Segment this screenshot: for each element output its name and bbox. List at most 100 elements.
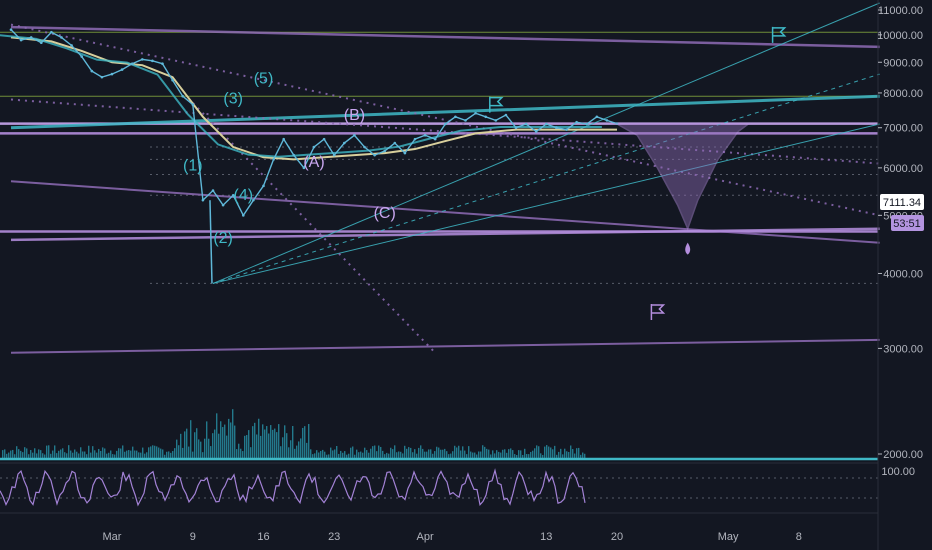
chart-background — [0, 0, 932, 550]
volume-bar — [482, 445, 484, 458]
volume-bar — [572, 449, 574, 458]
volume-bar — [98, 448, 100, 458]
volume-bar — [220, 421, 222, 458]
price-point — [555, 126, 558, 130]
volume-bar — [434, 451, 436, 458]
price-point — [383, 149, 387, 153]
volume-bar — [202, 452, 204, 458]
volume-bar — [260, 435, 262, 458]
volume-bar — [538, 446, 540, 458]
volume-bar — [16, 446, 18, 458]
wave-label: (B) — [344, 107, 365, 124]
volume-bar — [582, 452, 584, 458]
volume-bar — [578, 447, 580, 458]
price-point — [433, 137, 437, 141]
volume-bar — [330, 447, 332, 458]
volume-bar — [354, 454, 356, 458]
price-point — [60, 36, 63, 39]
price-tick-label: 2000.00 — [883, 449, 923, 461]
volume-bar — [518, 450, 520, 458]
volume-bar — [564, 448, 566, 458]
volume-bar — [146, 452, 148, 458]
price-tick-label: 3000.00 — [883, 343, 923, 355]
volume-bar — [218, 433, 220, 458]
volume-bar — [268, 433, 270, 458]
volume-bar — [244, 435, 246, 458]
volume-bar — [116, 450, 118, 458]
price-point — [343, 141, 346, 145]
volume-bar — [308, 424, 310, 458]
volume-bar — [222, 427, 224, 458]
volume-bar — [378, 445, 380, 458]
volume-bar — [458, 445, 460, 458]
volume-bar — [350, 447, 352, 458]
volume-bar — [226, 435, 228, 458]
volume-bar — [304, 426, 306, 458]
volume-bar — [532, 450, 534, 458]
volume-bar — [314, 453, 316, 458]
volume-bar — [262, 424, 264, 458]
price-point — [130, 62, 134, 66]
volume-bar — [194, 432, 196, 458]
volume-bar — [530, 451, 532, 458]
wave-label: (2) — [213, 230, 233, 247]
volume-bar — [392, 449, 394, 458]
volume-bar — [72, 452, 74, 458]
volume-bar — [366, 450, 368, 458]
volume-bar — [190, 420, 192, 458]
volume-bar — [430, 449, 432, 458]
volume-bar — [30, 450, 32, 458]
volume-bar — [446, 451, 448, 458]
price-point — [29, 36, 33, 39]
volume-bar — [376, 451, 378, 458]
volume-bar — [250, 447, 252, 458]
volume-bar — [286, 433, 288, 458]
wave-label: (5) — [254, 70, 274, 87]
volume-bar — [294, 448, 296, 458]
volume-bar — [536, 445, 538, 458]
volume-bar — [320, 450, 322, 458]
volume-bar — [224, 424, 226, 458]
volume-bar — [356, 449, 358, 458]
price-point — [484, 115, 488, 119]
volume-bar — [296, 445, 298, 458]
volume-bar — [512, 450, 514, 458]
volume-bar — [254, 422, 256, 458]
volume-bar — [528, 454, 530, 458]
volume-bar — [440, 449, 442, 458]
volume-bar — [474, 452, 476, 458]
volume-bar — [206, 421, 208, 458]
volume-bar — [360, 451, 362, 458]
volume-bar — [556, 454, 558, 458]
volume-bar — [100, 450, 102, 458]
price-point — [171, 78, 174, 82]
chart-canvas[interactable]: (5) (3) (1) (4) (2) (B) (A) (C) 11000.00 10000.0… — [0, 0, 932, 550]
volume-bar — [414, 449, 416, 458]
volume-bar — [114, 454, 116, 458]
volume-bar — [82, 451, 84, 458]
price-point — [545, 122, 548, 126]
price-point — [575, 120, 578, 124]
volume-bar — [412, 452, 414, 458]
volume-bar — [288, 447, 290, 458]
volume-bar — [554, 445, 556, 458]
volume-bar — [342, 452, 344, 458]
volume-bar — [510, 448, 512, 458]
volume-bar — [580, 454, 582, 458]
volume-bar — [416, 453, 418, 458]
volume-bar — [178, 445, 180, 458]
volume-bar — [186, 428, 188, 458]
volume-bar — [62, 448, 64, 458]
volume-bar — [526, 454, 528, 458]
volume-bar — [444, 448, 446, 458]
volume-bar — [96, 452, 98, 458]
volume-bar — [514, 454, 516, 458]
volume-bar — [154, 445, 156, 458]
volume-bar — [470, 451, 472, 458]
price-tick-label: 4000.00 — [883, 268, 923, 280]
volume-bar — [506, 452, 508, 458]
volume-bar — [180, 433, 182, 458]
volume-bar — [558, 451, 560, 458]
price-point — [423, 133, 427, 137]
volume-bar — [48, 445, 50, 458]
